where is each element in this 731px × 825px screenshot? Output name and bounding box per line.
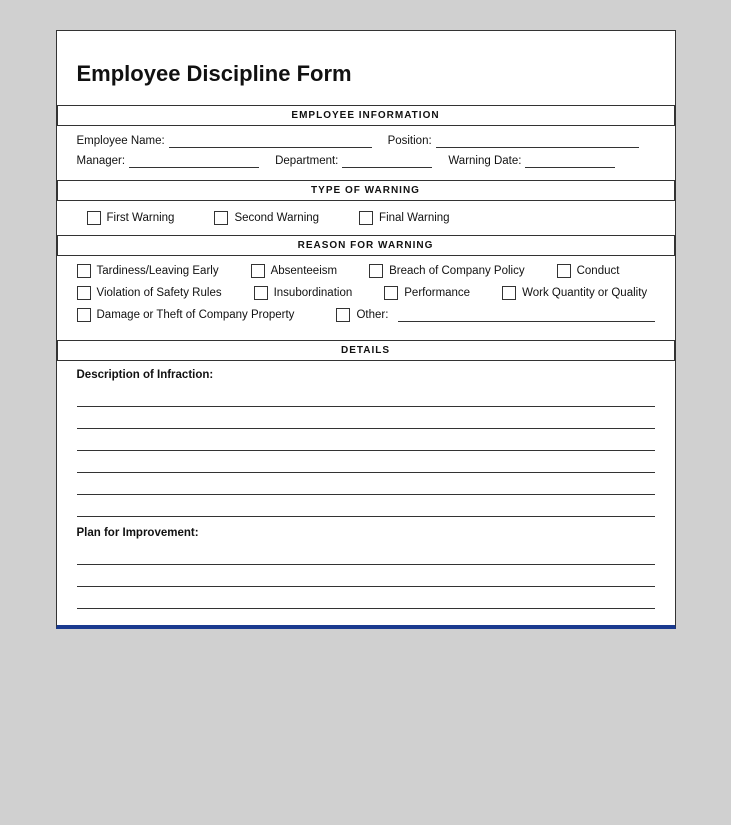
tardiness-checkbox[interactable] bbox=[77, 264, 91, 278]
performance-checkbox[interactable] bbox=[384, 286, 398, 300]
breach-label: Breach of Company Policy bbox=[389, 265, 525, 277]
manager-label: Manager: bbox=[77, 155, 126, 167]
conduct-checkbox[interactable] bbox=[557, 264, 571, 278]
warning-type-section: First Warning Second Warning Final Warni… bbox=[57, 201, 675, 235]
details-header: DETAILS bbox=[57, 340, 675, 361]
first-warning-item[interactable]: First Warning bbox=[87, 211, 175, 225]
work-quantity-item[interactable]: Work Quantity or Quality bbox=[502, 286, 647, 300]
description-line-5[interactable] bbox=[77, 477, 655, 495]
description-line-1[interactable] bbox=[77, 389, 655, 407]
final-warning-label: Final Warning bbox=[379, 212, 450, 224]
performance-label: Performance bbox=[404, 287, 470, 299]
work-quantity-label: Work Quantity or Quality bbox=[522, 287, 647, 299]
other-line[interactable] bbox=[398, 308, 654, 322]
breach-item[interactable]: Breach of Company Policy bbox=[369, 264, 525, 278]
first-warning-label: First Warning bbox=[107, 212, 175, 224]
other-label: Other: bbox=[356, 309, 388, 321]
insubordination-checkbox[interactable] bbox=[254, 286, 268, 300]
description-line-6[interactable] bbox=[77, 499, 655, 517]
description-line-3[interactable] bbox=[77, 433, 655, 451]
form-title: Employee Discipline Form bbox=[77, 61, 655, 87]
tardiness-label: Tardiness/Leaving Early bbox=[97, 265, 219, 277]
reason-row-1: Tardiness/Leaving Early Absenteeism Brea… bbox=[77, 264, 655, 278]
performance-item[interactable]: Performance bbox=[384, 286, 470, 300]
other-item[interactable]: Other: bbox=[336, 308, 388, 322]
damage-theft-checkbox[interactable] bbox=[77, 308, 91, 322]
reason-row-3: Damage or Theft of Company Property Othe… bbox=[77, 308, 655, 322]
description-line-2[interactable] bbox=[77, 411, 655, 429]
plan-line-1[interactable] bbox=[77, 547, 655, 565]
employee-name-row: Employee Name: Position: bbox=[77, 134, 655, 148]
employee-name-label: Employee Name: bbox=[77, 135, 165, 147]
position-label: Position: bbox=[388, 135, 432, 147]
conduct-item[interactable]: Conduct bbox=[557, 264, 620, 278]
warning-date-label: Warning Date: bbox=[448, 155, 521, 167]
employee-name-line[interactable] bbox=[169, 134, 372, 148]
final-warning-item[interactable]: Final Warning bbox=[359, 211, 450, 225]
absenteeism-checkbox[interactable] bbox=[251, 264, 265, 278]
description-label: Description of Infraction: bbox=[77, 369, 655, 381]
damage-theft-item[interactable]: Damage or Theft of Company Property bbox=[77, 308, 295, 322]
other-checkbox[interactable] bbox=[336, 308, 350, 322]
reason-row-2: Violation of Safety Rules Insubordinatio… bbox=[77, 286, 655, 300]
insubordination-label: Insubordination bbox=[274, 287, 353, 299]
safety-item[interactable]: Violation of Safety Rules bbox=[77, 286, 222, 300]
safety-checkbox[interactable] bbox=[77, 286, 91, 300]
absenteeism-item[interactable]: Absenteeism bbox=[251, 264, 337, 278]
work-quantity-checkbox[interactable] bbox=[502, 286, 516, 300]
conduct-label: Conduct bbox=[577, 265, 620, 277]
employee-info-header: EMPLOYEE INFORMATION bbox=[57, 105, 675, 126]
warning-type-header: TYPE OF WARNING bbox=[57, 180, 675, 201]
safety-label: Violation of Safety Rules bbox=[97, 287, 222, 299]
department-line[interactable] bbox=[342, 154, 432, 168]
warning-date-line[interactable] bbox=[525, 154, 615, 168]
tardiness-item[interactable]: Tardiness/Leaving Early bbox=[77, 264, 219, 278]
second-warning-checkbox[interactable] bbox=[214, 211, 228, 225]
title-section: Employee Discipline Form bbox=[57, 31, 675, 105]
employee-fields: Employee Name: Position: Manager: Depart… bbox=[57, 126, 675, 180]
plan-line-3[interactable] bbox=[77, 591, 655, 609]
manager-line[interactable] bbox=[129, 154, 259, 168]
reason-header: REASON FOR WARNING bbox=[57, 235, 675, 256]
manager-row: Manager: Department: Warning Date: bbox=[77, 154, 655, 168]
insubordination-item[interactable]: Insubordination bbox=[254, 286, 353, 300]
form-container: Employee Discipline Form EMPLOYEE INFORM… bbox=[56, 30, 676, 629]
department-label: Department: bbox=[275, 155, 338, 167]
position-line[interactable] bbox=[436, 134, 639, 148]
breach-checkbox[interactable] bbox=[369, 264, 383, 278]
second-warning-item[interactable]: Second Warning bbox=[214, 211, 319, 225]
details-section: Description of Infraction: Plan for Impr… bbox=[57, 361, 675, 625]
second-warning-label: Second Warning bbox=[234, 212, 319, 224]
description-line-4[interactable] bbox=[77, 455, 655, 473]
reason-section: Tardiness/Leaving Early Absenteeism Brea… bbox=[57, 256, 675, 340]
plan-line-2[interactable] bbox=[77, 569, 655, 587]
damage-theft-label: Damage or Theft of Company Property bbox=[97, 309, 295, 321]
first-warning-checkbox[interactable] bbox=[87, 211, 101, 225]
final-warning-checkbox[interactable] bbox=[359, 211, 373, 225]
absenteeism-label: Absenteeism bbox=[271, 265, 337, 277]
plan-label: Plan for Improvement: bbox=[77, 527, 655, 539]
